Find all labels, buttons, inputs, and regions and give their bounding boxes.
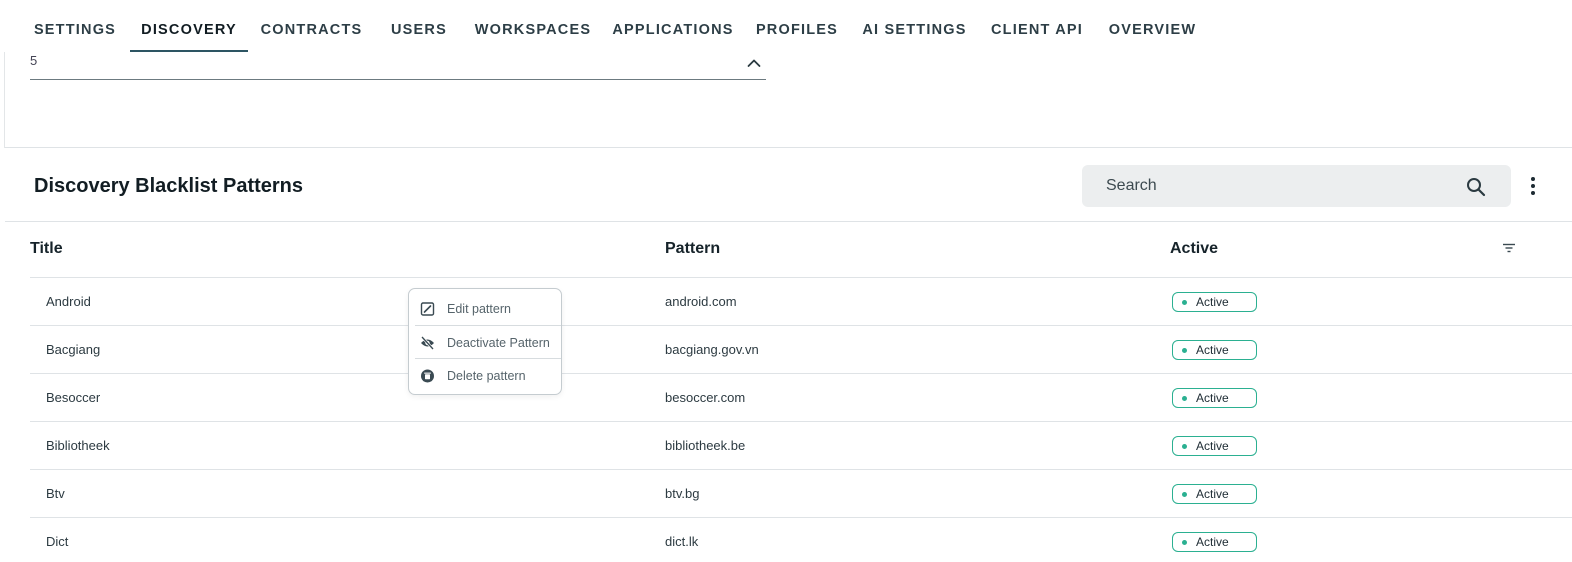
status-label: Active: [1196, 535, 1229, 549]
row-title: Dict: [46, 534, 69, 549]
menu-item-edit-pattern[interactable]: Edit pattern: [409, 292, 561, 325]
tab-client-api[interactable]: CLIENT API: [988, 0, 1086, 52]
status-dot-icon: [1182, 300, 1187, 305]
status-badge: Active: [1172, 484, 1257, 504]
tab-ai-settings[interactable]: AI SETTINGS: [858, 0, 971, 52]
status-badge: Active: [1172, 292, 1257, 312]
column-header-title[interactable]: Title: [30, 240, 63, 258]
row-pattern: besoccer.com: [665, 390, 746, 405]
row-pattern: bibliotheek.be: [665, 438, 746, 453]
menu-item-delete-pattern[interactable]: Delete pattern: [409, 359, 561, 392]
column-header-active[interactable]: Active: [1170, 240, 1218, 258]
active-tab-indicator: [130, 50, 248, 52]
status-label: Active: [1196, 295, 1229, 309]
row-pattern: android.com: [665, 294, 737, 309]
menu-item-label: Deactivate Pattern: [447, 336, 550, 350]
eye-off-icon: [421, 336, 434, 350]
tab-label: APPLICATIONS: [612, 22, 734, 38]
status-dot-icon: [1182, 492, 1187, 497]
trash-icon: [421, 369, 434, 383]
status-badge: Active: [1172, 436, 1257, 456]
search-box[interactable]: [1082, 165, 1511, 207]
section-divider: [5, 147, 1572, 148]
table-row[interactable]: Btv btv.bg Active: [30, 469, 1572, 517]
table-row[interactable]: Besoccer besoccer.com Active: [30, 373, 1572, 421]
status-dot-icon: [1182, 540, 1187, 545]
table-row[interactable]: Dict dict.lk Active: [30, 517, 1572, 562]
tab-discovery[interactable]: DISCOVERY: [130, 0, 248, 52]
tab-label: PROFILES: [755, 22, 839, 38]
tab-overview[interactable]: OVERVIEW: [1104, 0, 1201, 52]
tab-label: AI SETTINGS: [862, 22, 967, 38]
row-title: Bacgiang: [46, 342, 101, 357]
tab-label: WORKSPACES: [474, 22, 592, 38]
status-dot-icon: [1182, 444, 1187, 449]
section-title: Discovery Blacklist Patterns: [34, 175, 304, 197]
search-icon[interactable]: [1466, 177, 1486, 197]
row-context-menu: Edit pattern Deactivate Pattern Delete p…: [408, 288, 562, 395]
filter-icon[interactable]: [1502, 243, 1516, 253]
tab-settings[interactable]: SETTINGS: [30, 0, 120, 52]
discovery-settings-page: SETTINGS DISCOVERY CONTRACTS USERS WORKS…: [0, 0, 1572, 562]
status-badge: Active: [1172, 532, 1257, 552]
tab-contracts[interactable]: CONTRACTS: [258, 0, 365, 52]
tab-label: CLIENT API: [990, 22, 1084, 38]
tab-applications[interactable]: APPLICATIONS: [610, 0, 736, 52]
column-header-pattern[interactable]: Pattern: [665, 240, 720, 258]
status-label: Active: [1196, 391, 1229, 405]
tab-users[interactable]: USERS: [385, 0, 453, 52]
status-label: Active: [1196, 343, 1229, 357]
tab-label: CONTRACTS: [260, 22, 363, 38]
row-title: Bibliotheek: [46, 438, 110, 453]
row-title: Btv: [46, 486, 65, 501]
status-label: Active: [1196, 439, 1229, 453]
search-input[interactable]: [1106, 165, 1446, 207]
status-badge: Active: [1172, 340, 1257, 360]
chevron-up-icon[interactable]: [747, 58, 761, 68]
tab-label: DISCOVERY: [141, 22, 237, 38]
row-pattern: bacgiang.gov.vn: [665, 342, 759, 357]
status-label: Active: [1196, 487, 1229, 501]
menu-item-label: Delete pattern: [447, 369, 526, 383]
more-options-icon[interactable]: [1524, 174, 1542, 198]
tab-profiles[interactable]: PROFILES: [753, 0, 841, 52]
menu-item-label: Edit pattern: [447, 302, 511, 316]
select-field[interactable]: 5: [30, 54, 766, 80]
table-row[interactable]: Bacgiang bacgiang.gov.vn Active: [30, 325, 1572, 373]
status-dot-icon: [1182, 348, 1187, 353]
edit-icon: [420, 302, 435, 316]
row-title: Besoccer: [46, 390, 101, 405]
tab-label: OVERVIEW: [1108, 22, 1197, 38]
tab-workspaces[interactable]: WORKSPACES: [472, 0, 594, 52]
tab-label: USERS: [391, 22, 447, 38]
table-row[interactable]: Android android.com Active: [30, 277, 1572, 325]
select-value: 5: [30, 53, 38, 68]
row-title: Android: [46, 294, 91, 309]
row-pattern: dict.lk: [665, 534, 699, 549]
row-pattern: btv.bg: [665, 486, 700, 501]
tab-bar: SETTINGS DISCOVERY CONTRACTS USERS WORKS…: [0, 0, 1572, 52]
status-dot-icon: [1182, 396, 1187, 401]
tab-label: SETTINGS: [33, 22, 117, 38]
header-divider: [5, 221, 1572, 222]
left-border: [4, 52, 5, 148]
status-badge: Active: [1172, 388, 1257, 408]
table-row[interactable]: Bibliotheek bibliotheek.be Active: [30, 421, 1572, 469]
menu-item-deactivate-pattern[interactable]: Deactivate Pattern: [409, 326, 561, 359]
